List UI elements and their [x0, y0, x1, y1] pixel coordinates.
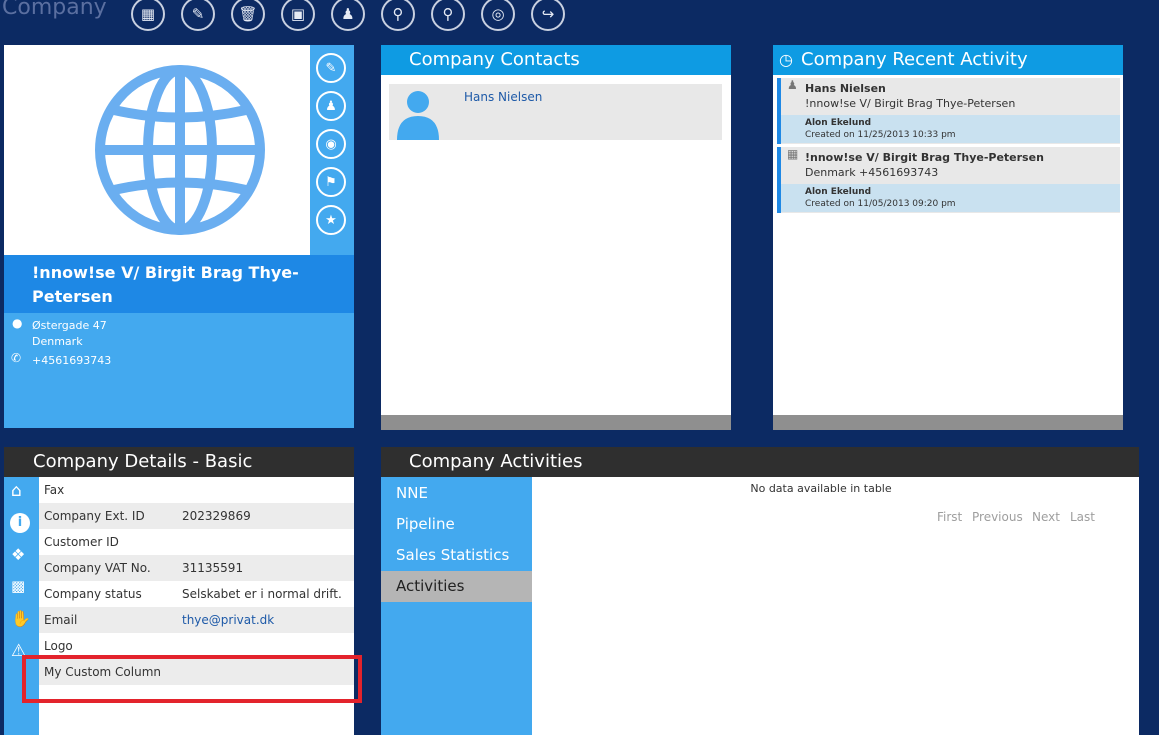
detail-label: Company status: [44, 587, 142, 601]
activity-item-created: Created on 11/05/2013 09:20 pm: [805, 199, 956, 209]
company-name: !nnow!se V/ Birgit Brag Thye-Petersen: [4, 255, 354, 313]
activities-header: Company Activities: [381, 447, 1139, 477]
info-icon[interactable]: i: [10, 513, 30, 533]
add-contact-button[interactable]: ♟: [331, 0, 365, 31]
detail-label: Company Ext. ID: [44, 509, 145, 523]
magnify-x-icon: ⚲: [442, 5, 454, 23]
activity-item-title: !nnow!se V/ Birgit Brag Thye-Petersen: [805, 151, 1044, 164]
empty-table-message: No data available in table: [750, 482, 892, 495]
activity-item-meta: Alon Ekelund Created on 11/05/2013 09:20…: [781, 184, 1120, 212]
address-line2: Denmark: [32, 335, 83, 348]
clock-icon: ◷: [779, 50, 793, 69]
address-line1: Østergade 47: [32, 319, 107, 332]
activity-item-subtitle: !nnow!se V/ Birgit Brag Thye-Petersen: [805, 97, 1016, 110]
flag-button[interactable]: ⚑: [316, 167, 346, 197]
table-export-icon: ↪: [541, 5, 555, 23]
location-button[interactable]: ◉: [316, 129, 346, 159]
web-button[interactable]: ◎: [481, 0, 515, 31]
building-plus-icon: ▦: [140, 5, 156, 23]
note-edit-icon: ✎: [325, 60, 337, 76]
thumbs-icon[interactable]: ✋: [11, 609, 31, 628]
search-clear-button[interactable]: ⚲: [431, 0, 465, 31]
detail-value: Selskabet er i normal drift.: [182, 587, 342, 601]
globe-icon: ◎: [491, 5, 505, 23]
detail-label: Company VAT No.: [44, 561, 151, 575]
activity-header: ◷ Company Recent Activity: [773, 45, 1123, 75]
delete-button[interactable]: 🗑: [231, 0, 265, 31]
detail-row-fax: Fax: [39, 477, 354, 503]
profile-actions: ✎ ♟ ◉ ⚑ ★: [310, 45, 354, 255]
map-pin-icon: ●: [12, 316, 23, 330]
tab-pipeline[interactable]: Pipeline: [381, 509, 532, 540]
detail-label: Customer ID: [44, 535, 119, 549]
detail-row-ext-id: Company Ext. ID 202329869: [39, 503, 354, 529]
company-info: ● Østergade 47 Denmark ✆ +4561693743: [4, 313, 354, 428]
favorite-button[interactable]: ★: [316, 205, 346, 235]
building-icon: ▦: [787, 147, 799, 161]
trash-icon: 🗑: [238, 5, 258, 23]
building-edit-icon: ✎: [191, 5, 205, 23]
detail-row-vat: Company VAT No. 31135591: [39, 555, 354, 581]
detail-value: 31135591: [182, 561, 244, 575]
new-company-button[interactable]: ▦: [131, 0, 165, 31]
contacts-footer: [381, 415, 731, 430]
company-logo-area: [4, 45, 310, 255]
magnify-gear-icon: ⚲: [392, 5, 404, 23]
phone-icon: ✆: [11, 351, 22, 365]
map-pin-icon: ◉: [325, 136, 337, 152]
activity-footer: [773, 415, 1123, 430]
dropbox-icon[interactable]: ❖: [11, 545, 25, 564]
activity-item-subtitle: Denmark +4561693743: [805, 166, 939, 179]
page-title: Company: [2, 0, 107, 20]
activity-item-author: Alon Ekelund: [805, 187, 872, 197]
pager-last[interactable]: Last: [1070, 510, 1095, 524]
globe-icon: [95, 65, 265, 235]
contacts-header: Company Contacts: [381, 45, 731, 75]
detail-row-status: Company status Selskabet er i normal dri…: [39, 581, 354, 607]
details-header: Company Details - Basic: [4, 447, 354, 477]
activity-title: Company Recent Activity: [801, 49, 1028, 70]
email-link[interactable]: thye@privat.dk: [182, 607, 274, 633]
tab-nne[interactable]: NNE: [381, 478, 532, 509]
add-activity-button[interactable]: ▣: [281, 0, 315, 31]
pager-previous[interactable]: Previous: [972, 510, 1023, 524]
tab-activities[interactable]: Activities: [381, 571, 532, 602]
edit-company-button[interactable]: ✎: [181, 0, 215, 31]
detail-row-email: Email thye@privat.dk: [39, 607, 354, 633]
person-icon: ♟: [787, 78, 798, 92]
edit-note-button[interactable]: ✎: [316, 53, 346, 83]
person-plus-icon: ♟: [341, 5, 355, 23]
signal-bars-icon[interactable]: ▩: [11, 577, 25, 595]
detail-row-customer-id: Customer ID: [39, 529, 354, 555]
activity-item-meta: Alon Ekelund Created on 11/25/2013 10:33…: [781, 115, 1120, 143]
activity-item-author: Alon Ekelund: [805, 118, 872, 128]
detail-value: 202329869: [182, 509, 251, 523]
activity-item-title: Hans Nielsen: [805, 82, 886, 95]
activity-item[interactable]: ▦ !nnow!se V/ Birgit Brag Thye-Petersen …: [777, 147, 1120, 213]
pager-next[interactable]: Next: [1032, 510, 1060, 524]
search-settings-button[interactable]: ⚲: [381, 0, 415, 31]
activity-item-created: Created on 11/25/2013 10:33 pm: [805, 130, 956, 140]
person-avatar-icon: [397, 91, 439, 140]
phone-number[interactable]: +4561693743: [32, 354, 111, 367]
people-icon: ♟: [325, 98, 337, 114]
detail-label: Email: [44, 613, 78, 627]
activity-item[interactable]: ♟ Hans Nielsen !nnow!se V/ Birgit Brag T…: [777, 78, 1120, 144]
highlight-box: [22, 655, 362, 703]
export-button[interactable]: ↪: [531, 0, 565, 31]
flag-icon: ⚑: [325, 174, 337, 190]
star-icon: ★: [325, 212, 337, 228]
calendar-plus-icon: ▣: [290, 5, 306, 23]
contact-card[interactable]: Hans Nielsen: [389, 84, 722, 140]
contact-name[interactable]: Hans Nielsen: [464, 90, 542, 104]
pager-first[interactable]: First: [937, 510, 962, 524]
contacts-button[interactable]: ♟: [316, 91, 346, 121]
detail-label: Fax: [44, 483, 65, 497]
home-icon[interactable]: ⌂: [11, 481, 22, 501]
tab-sales-statistics[interactable]: Sales Statistics: [381, 540, 532, 571]
